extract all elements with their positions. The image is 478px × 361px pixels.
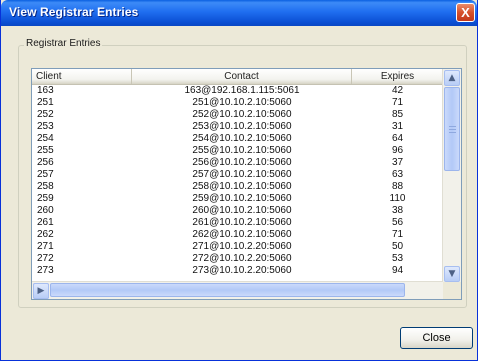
contact-cell: 163@192.168.1.115:5061 — [184, 85, 300, 96]
table-row[interactable]: 260 260@10.10.2.10:5060 38 — [32, 205, 443, 217]
client-cell: 255 — [37, 145, 54, 156]
title-bar[interactable]: View Registrar Entries X — [1, 0, 477, 26]
contact-cell: 254@10.10.2.10:5060 — [192, 133, 292, 144]
expires-cell: 53 — [391, 253, 404, 264]
window-title: View Registrar Entries — [9, 5, 139, 19]
expires-cell: 37 — [391, 157, 404, 168]
contact-cell: 261@10.10.2.10:5060 — [192, 217, 292, 228]
client-cell: 258 — [37, 181, 54, 192]
contact-cell: 272@10.10.2.20:5060 — [192, 253, 292, 264]
table-row[interactable]: 261 261@10.10.2.10:5060 56 — [32, 217, 443, 229]
scrollbar-corner — [443, 282, 461, 299]
expires-cell: 94 — [391, 265, 404, 276]
table-row[interactable]: 253 253@10.10.2.10:5060 31 — [32, 121, 443, 133]
group-label: Registrar Entries — [24, 38, 103, 49]
expires-cell: 50 — [391, 241, 404, 252]
close-button[interactable]: Close — [400, 327, 473, 349]
expires-cell: 38 — [391, 205, 404, 216]
expires-cell: 88 — [391, 181, 404, 192]
column-header-contact[interactable]: Contact — [132, 69, 352, 84]
grip-line — [449, 126, 456, 127]
contact-cell: 260@10.10.2.10:5060 — [192, 205, 292, 216]
scroll-down-icon[interactable]: ▼ — [444, 266, 460, 282]
table-row[interactable]: 271 271@10.10.2.20:5060 50 — [32, 241, 443, 253]
client-cell: 252 — [37, 109, 54, 120]
client-cell: 260 — [37, 205, 54, 216]
expires-cell: 63 — [391, 169, 404, 180]
table-row[interactable]: 255 255@10.10.2.10:5060 96 — [32, 145, 443, 157]
table-row[interactable]: 254 254@10.10.2.10:5060 64 — [32, 133, 443, 145]
close-icon[interactable]: X — [456, 3, 475, 22]
client-cell: 273 — [37, 265, 54, 276]
client-cell: 253 — [37, 121, 54, 132]
expires-cell: 31 — [391, 121, 404, 132]
scroll-right-icon[interactable]: ▶ — [33, 283, 49, 299]
client-cell: 254 — [37, 133, 54, 144]
table-row[interactable]: 259 259@10.10.2.10:5060 110 — [32, 193, 443, 205]
table-row[interactable]: 256 256@10.10.2.10:5060 37 — [32, 157, 443, 169]
horizontal-scroll-thumb[interactable] — [50, 283, 405, 297]
contact-cell: 271@10.10.2.20:5060 — [192, 241, 292, 252]
contact-cell: 259@10.10.2.10:5060 — [192, 193, 292, 204]
table-row[interactable]: 257 257@10.10.2.10:5060 63 — [32, 169, 443, 181]
dialog-window: View Registrar Entries X Registrar Entri… — [0, 0, 478, 361]
contact-cell: 252@10.10.2.10:5060 — [192, 109, 292, 120]
table-row[interactable]: 272 272@10.10.2.20:5060 53 — [32, 253, 443, 265]
table-row[interactable]: 251 251@10.10.2.10:5060 71 — [32, 97, 443, 109]
scroll-up-icon[interactable]: ▲ — [444, 70, 460, 86]
expires-cell: 42 — [391, 85, 404, 96]
table-row[interactable]: 258 258@10.10.2.10:5060 88 — [32, 181, 443, 193]
grip-line — [449, 129, 456, 130]
expires-cell: 96 — [391, 145, 404, 156]
contact-cell: 258@10.10.2.10:5060 — [192, 181, 292, 192]
client-cell: 257 — [37, 169, 54, 180]
contact-cell: 256@10.10.2.10:5060 — [192, 157, 292, 168]
column-header-expires[interactable]: Expires — [352, 69, 443, 84]
client-cell: 251 — [37, 97, 54, 108]
client-cell: 256 — [37, 157, 54, 168]
client-cell: 259 — [37, 193, 54, 204]
contact-cell: 251@10.10.2.10:5060 — [192, 97, 292, 108]
contact-cell: 255@10.10.2.10:5060 — [192, 145, 292, 156]
expires-cell: 85 — [391, 109, 404, 120]
table-row[interactable]: 262 262@10.10.2.10:5060 71 — [32, 229, 443, 241]
client-cell: 271 — [37, 241, 54, 252]
expires-cell: 56 — [391, 217, 404, 228]
grip-line — [449, 132, 456, 133]
expires-cell: 71 — [391, 97, 404, 108]
vertical-scroll-thumb[interactable] — [444, 87, 460, 171]
contact-cell: 257@10.10.2.10:5060 — [192, 169, 292, 180]
client-cell: 163 — [37, 85, 54, 96]
expires-cell: 64 — [391, 133, 404, 144]
contact-cell: 273@10.10.2.20:5060 — [192, 265, 292, 276]
horizontal-scrollbar[interactable]: ◀ ▶ — [32, 281, 443, 299]
client-cell: 272 — [37, 253, 54, 264]
column-header-client[interactable]: Client — [32, 69, 132, 84]
list-header: Client Contact Expires — [32, 69, 443, 85]
registrar-list[interactable]: Client Contact Expires 163 163@192.168.1.… — [31, 68, 462, 300]
client-cell: 261 — [37, 217, 54, 228]
list-rows: 163 163@192.168.1.115:5061 42 251 251@10.10.… — [32, 85, 443, 277]
client-cell: 262 — [37, 229, 54, 240]
expires-cell: 71 — [391, 229, 404, 240]
table-row[interactable]: 273 273@10.10.2.20:5060 94 — [32, 265, 443, 277]
vertical-scrollbar[interactable]: ▲ ▼ — [442, 69, 461, 283]
table-row[interactable]: 163 163@192.168.1.115:5061 42 — [32, 85, 443, 97]
expires-cell: 110 — [389, 193, 406, 204]
contact-cell: 253@10.10.2.10:5060 — [192, 121, 292, 132]
contact-cell: 262@10.10.2.10:5060 — [192, 229, 292, 240]
table-row[interactable]: 252 252@10.10.2.10:5060 85 — [32, 109, 443, 121]
